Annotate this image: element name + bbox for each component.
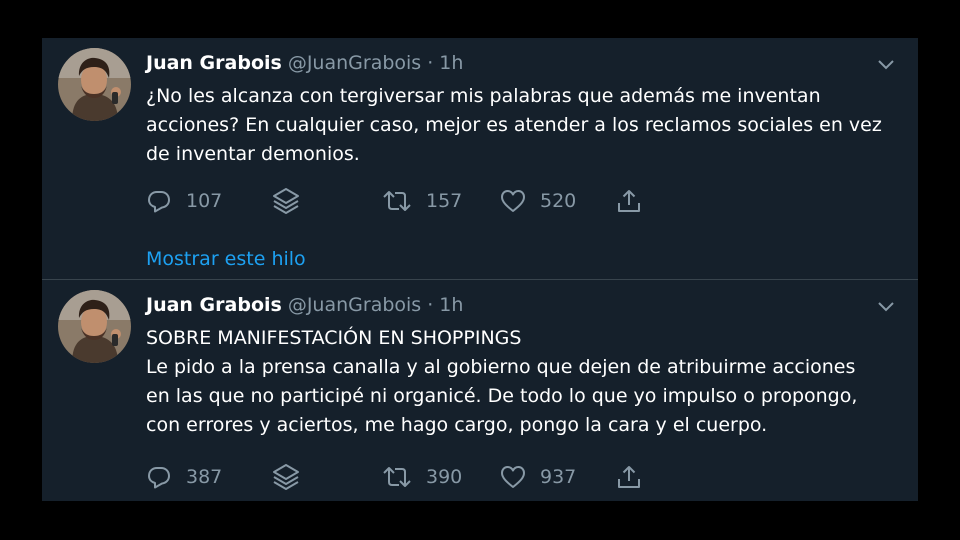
tweet-line: acciones? En cualquier caso, mejor es at…	[146, 114, 882, 136]
layers-icon	[271, 462, 301, 492]
retweet-button[interactable]: 390	[382, 462, 462, 492]
tweet-text: ¿No les alcanza con tergiversar mis pala…	[146, 82, 886, 169]
author-handle[interactable]: @JuanGrabois	[288, 294, 421, 316]
tweet-line: SOBRE MANIFESTACIÓN EN SHOPPINGS	[146, 327, 522, 349]
like-count: 937	[540, 466, 577, 488]
tweet-header: Juan Grabois @JuanGrabois · 1h	[146, 292, 463, 318]
author-handle[interactable]: @JuanGrabois	[288, 52, 421, 74]
avatar[interactable]	[58, 290, 131, 363]
heart-icon	[500, 465, 526, 489]
tweet-header: Juan Grabois @JuanGrabois · 1h	[146, 50, 463, 76]
retweet-count: 157	[426, 190, 463, 212]
show-thread-link[interactable]: Mostrar este hilo	[146, 246, 306, 272]
share-icon	[616, 188, 642, 214]
retweet-button[interactable]: 157	[382, 186, 462, 216]
heart-icon	[500, 189, 526, 213]
tweet-line: Le pido a la prensa canalla y al gobiern…	[146, 356, 856, 378]
timestamp[interactable]: 1h	[439, 52, 463, 74]
retweet-count: 390	[426, 466, 463, 488]
share-button[interactable]	[616, 186, 642, 216]
separator-dot: ·	[427, 294, 434, 316]
reply-button[interactable]: 387	[146, 462, 222, 492]
retweet-icon	[382, 188, 412, 214]
tweet-line: de inventar demonios.	[146, 143, 360, 165]
chevron-down-icon[interactable]	[876, 56, 896, 70]
layers-icon	[271, 186, 301, 216]
tweet-text: SOBRE MANIFESTACIÓN EN SHOPPINGS Le pido…	[146, 324, 886, 440]
author-name[interactable]: Juan Grabois	[146, 294, 282, 316]
retweet-icon	[382, 464, 412, 490]
like-button[interactable]: 937	[500, 462, 576, 492]
layers-button[interactable]	[271, 462, 301, 492]
timeline: Juan Grabois @JuanGrabois · 1h ¿No les alca…	[42, 38, 918, 501]
tweet-actions: 387 390 937	[146, 462, 666, 492]
like-button[interactable]: 520	[500, 186, 576, 216]
reply-icon	[146, 464, 172, 490]
reply-button[interactable]: 107	[146, 186, 222, 216]
avatar[interactable]	[58, 48, 131, 121]
tweet[interactable]: Juan Grabois @JuanGrabois · 1h ¿No les alca…	[42, 38, 918, 279]
share-icon	[616, 464, 642, 490]
chevron-down-icon[interactable]	[876, 298, 896, 312]
timestamp[interactable]: 1h	[439, 294, 463, 316]
reply-count: 387	[186, 466, 223, 488]
like-count: 520	[540, 190, 577, 212]
separator-dot: ·	[427, 52, 434, 74]
share-button[interactable]	[616, 462, 642, 492]
tweet-actions: 107 157 520	[146, 186, 666, 216]
reply-count: 107	[186, 190, 223, 212]
layers-button[interactable]	[271, 186, 301, 216]
tweet-line: con errores y aciertos, me hago cargo, p…	[146, 414, 768, 436]
reply-icon	[146, 188, 172, 214]
tweet-line: ¿No les alcanza con tergiversar mis pala…	[146, 85, 821, 107]
tweet-line: en las que no participé ni organicé. De …	[146, 385, 858, 407]
author-name[interactable]: Juan Grabois	[146, 52, 282, 74]
